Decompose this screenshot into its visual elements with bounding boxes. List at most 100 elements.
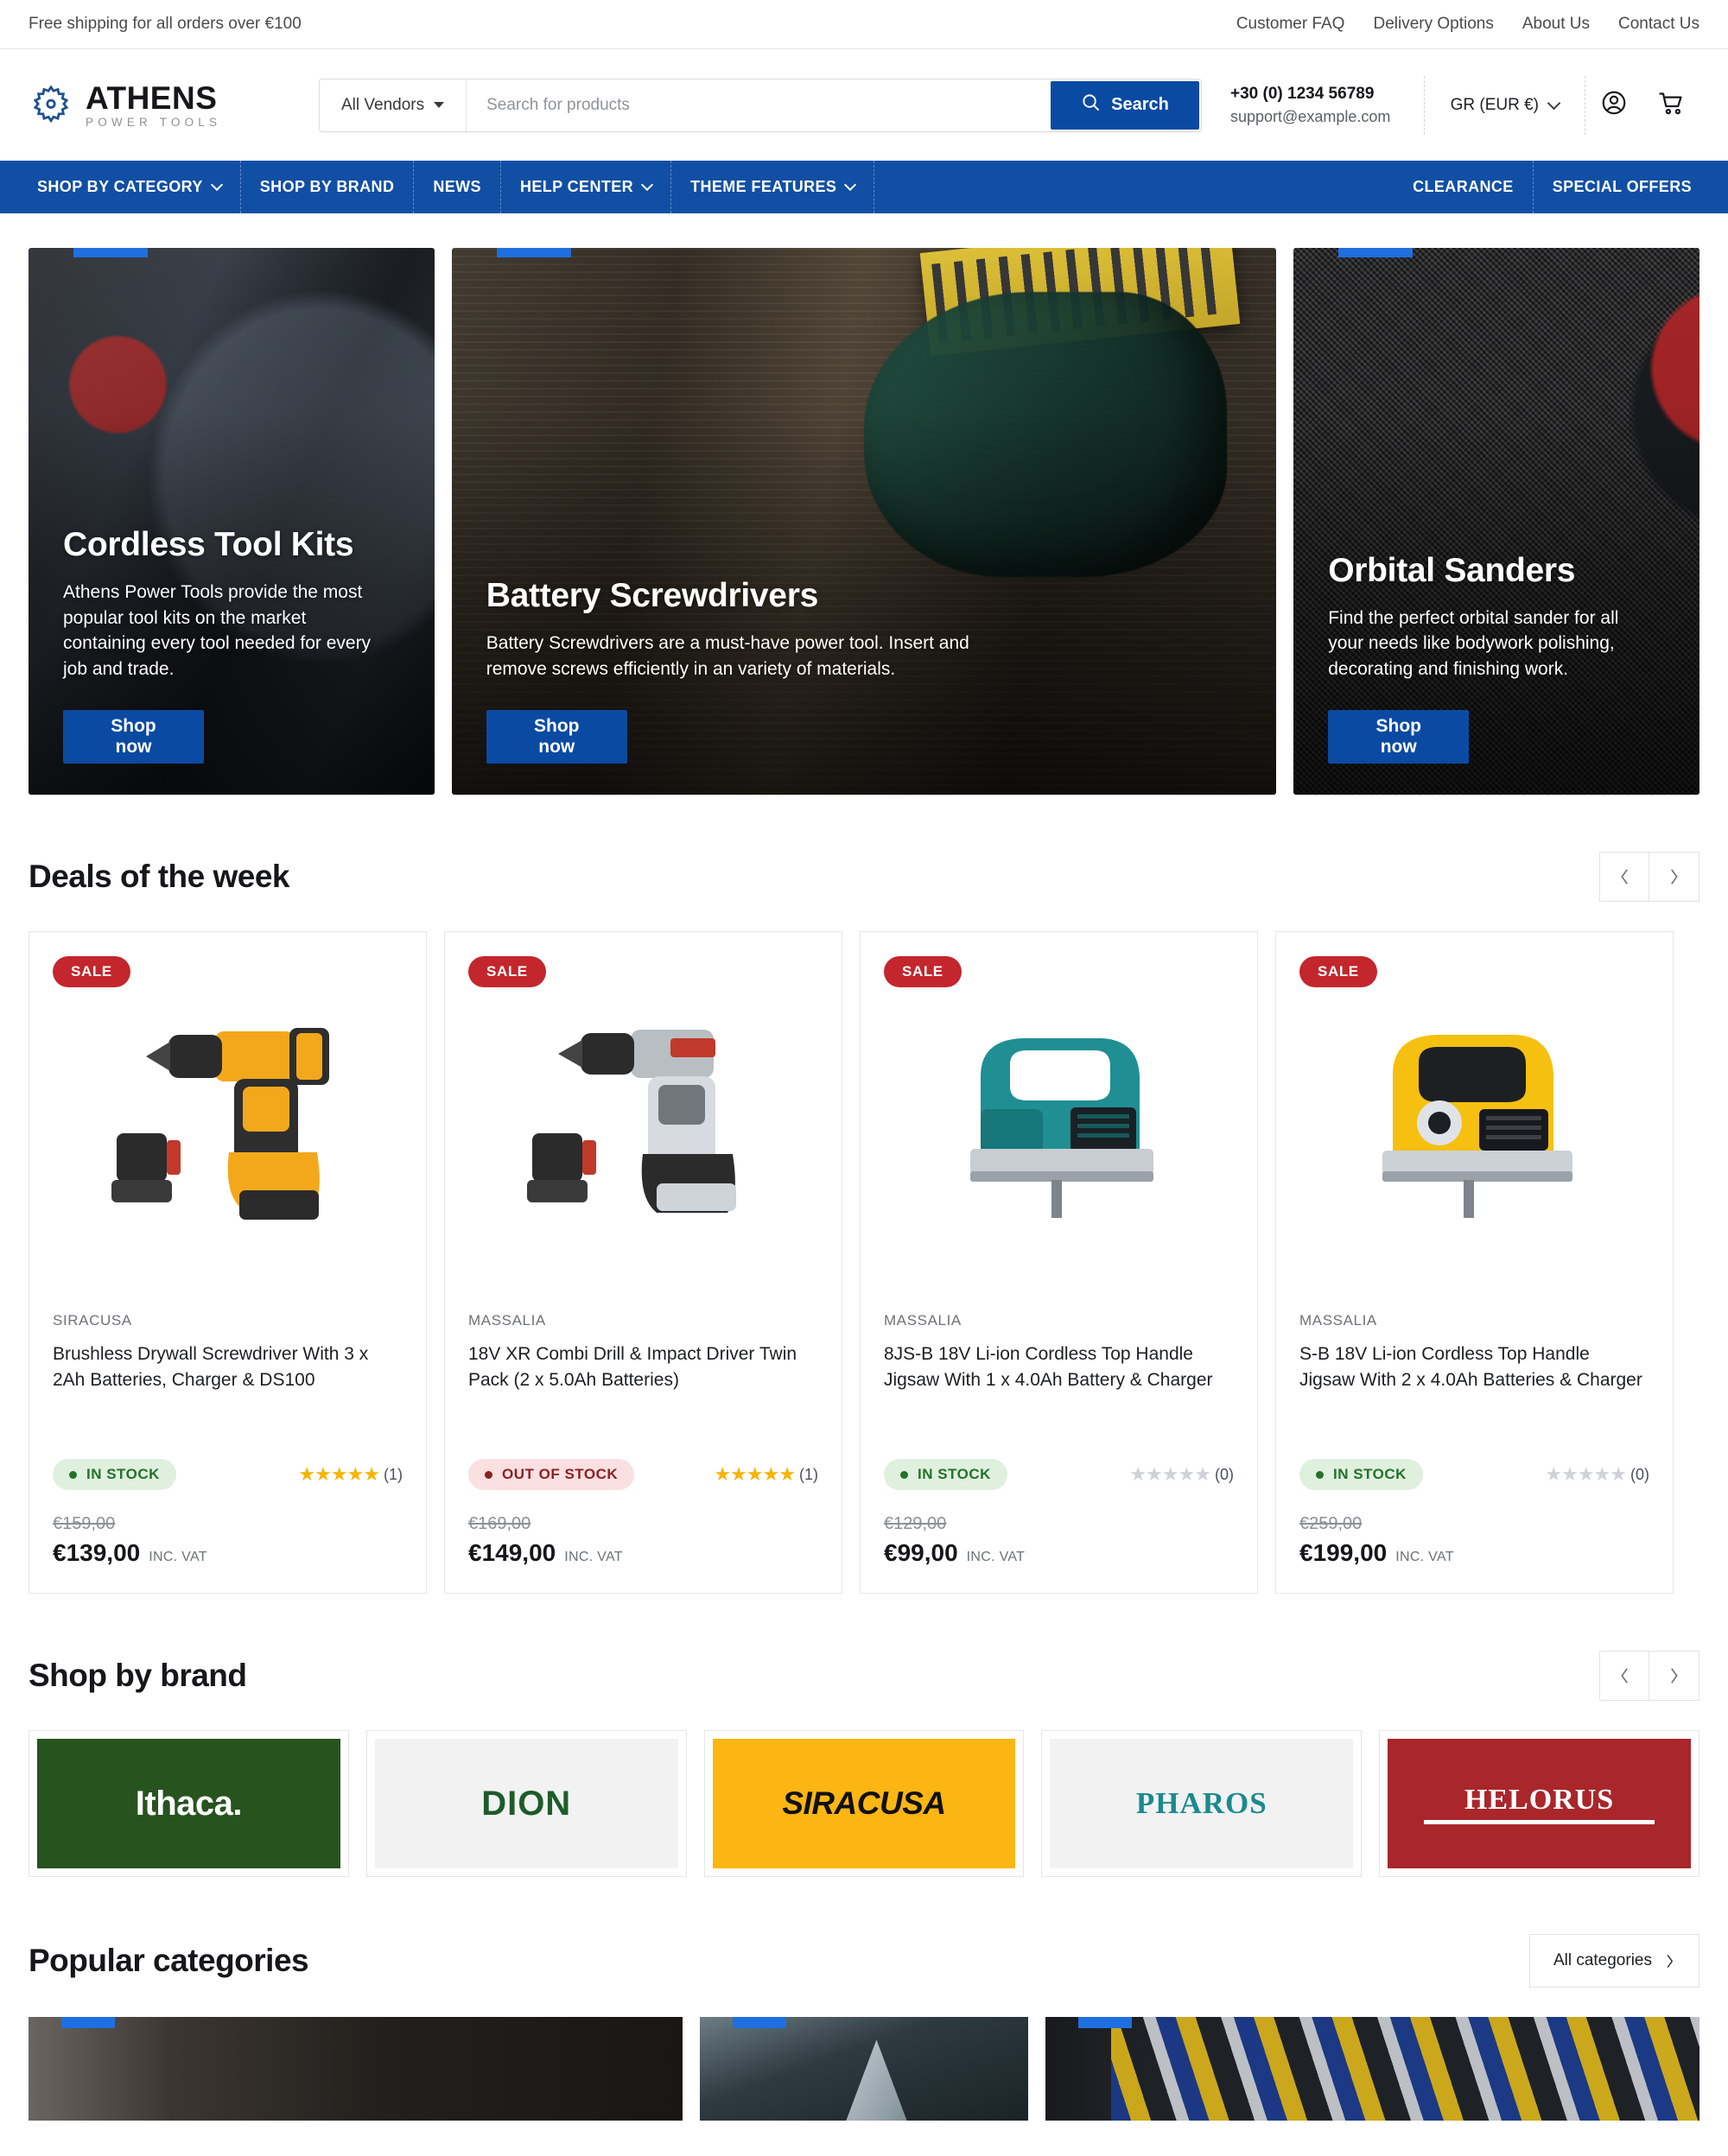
- utility-link-about-us[interactable]: About Us: [1522, 15, 1590, 34]
- nav-item-news[interactable]: NEWS: [414, 161, 501, 213]
- hero-card-cordless-tool-kits[interactable]: Cordless Tool Kits Athens Power Tools pr…: [29, 248, 435, 795]
- chevron-right-icon: [1671, 1668, 1678, 1684]
- category-card[interactable]: [700, 2017, 1028, 2121]
- utility-link-contact-us[interactable]: Contact Us: [1618, 15, 1699, 34]
- currency-selector[interactable]: GR (EUR €): [1425, 96, 1585, 115]
- hero-description: Battery Screwdrivers are a must-have pow…: [486, 633, 969, 680]
- product-rating: ★★★★★ (0): [1129, 1463, 1234, 1486]
- site-header: ATHENS POWER TOOLS All Vendors Search +3…: [0, 49, 1728, 161]
- logo-tagline: POWER TOOLS: [86, 115, 222, 129]
- search-icon: [1081, 92, 1101, 117]
- category-image: [29, 2017, 683, 2121]
- categories-title: Popular categories: [29, 1943, 309, 1978]
- nav-item-clearance[interactable]: CLEARANCE: [1393, 161, 1534, 213]
- nav-item-help-center[interactable]: HELP CENTER: [501, 161, 672, 213]
- chevron-right-icon: [1671, 869, 1678, 885]
- brands-header: Shop by brand: [29, 1594, 1699, 1730]
- brand-card-ithaca[interactable]: Ithaca.: [29, 1730, 349, 1877]
- stock-label: OUT OF STOCK: [502, 1466, 619, 1482]
- category-card[interactable]: [29, 2017, 683, 2121]
- product-name[interactable]: Brushless Drywall Screwdriver With 3 x 2…: [53, 1341, 403, 1395]
- utility-link-customer-faq[interactable]: Customer FAQ: [1236, 15, 1345, 34]
- announcement-message: Free shipping for all orders over €100: [29, 15, 302, 33]
- hero-card-orbital-sanders[interactable]: Orbital Sanders Find the perfect orbital…: [1293, 248, 1699, 795]
- nav-item-theme-features[interactable]: THEME FEATURES: [671, 161, 875, 213]
- nav-label: SPECIAL OFFERS: [1552, 178, 1692, 195]
- brand-logo-rule: [1424, 1819, 1655, 1824]
- brand-card-siracusa[interactable]: SIRACUSA: [703, 1730, 1025, 1877]
- vendor-select-label: All Vendors: [341, 95, 425, 114]
- search-input[interactable]: [467, 79, 1049, 131]
- nav-label: SHOP BY CATEGORY: [37, 178, 203, 195]
- deals-header: Deals of the week: [29, 795, 1699, 931]
- hero-shop-now-button[interactable]: Shop now: [486, 710, 627, 764]
- chevron-down-icon: [640, 178, 654, 192]
- status-dot-icon: [69, 1470, 77, 1479]
- hero-shop-now-button[interactable]: Shop now: [1328, 710, 1470, 764]
- search-button-label: Search: [1111, 95, 1169, 114]
- product-name[interactable]: 18V XR Combi Drill & Impact Driver Twin …: [468, 1341, 818, 1395]
- account-button[interactable]: [1585, 77, 1642, 134]
- product-vat-note: INC. VAT: [966, 1550, 1026, 1564]
- product-old-price: €129,00: [884, 1514, 947, 1533]
- search-bar: All Vendors Search: [319, 78, 1202, 132]
- chevron-down-icon: [434, 102, 445, 108]
- product-brand: MASSALIA: [884, 1312, 962, 1328]
- categories-section: Popular categories All categories: [0, 1877, 1728, 2121]
- product-price: €199,00: [1299, 1539, 1388, 1566]
- product-info: MASSALIA 8JS-B 18V Li-ion Cordless Top H…: [861, 1312, 1257, 1593]
- product-card[interactable]: SALE: [29, 931, 427, 1594]
- cart-button[interactable]: [1642, 77, 1699, 134]
- chevron-right-icon: [1667, 1954, 1674, 1968]
- brand-card-pharos[interactable]: PHAROS: [1041, 1730, 1363, 1877]
- vendor-select[interactable]: All Vendors: [320, 79, 467, 131]
- product-card[interactable]: SALE: [1275, 931, 1674, 1594]
- nav-item-shop-by-brand[interactable]: SHOP BY BRAND: [241, 161, 415, 213]
- product-rating: ★★★★★ (1): [298, 1463, 403, 1486]
- all-categories-button[interactable]: All categories: [1528, 1934, 1699, 1988]
- star-rating-icon: ★★★★★: [298, 1463, 380, 1485]
- brand-card-helorus[interactable]: HELORUS: [1379, 1730, 1699, 1877]
- currency-label: GR (EUR €): [1450, 95, 1539, 114]
- product-price: €149,00: [468, 1539, 556, 1566]
- nav-label: THEME FEATURES: [690, 178, 837, 195]
- product-name[interactable]: S-B 18V Li-ion Cordless Top Handle Jigsa…: [1299, 1341, 1649, 1395]
- hero-description: Athens Power Tools provide the most popu…: [63, 581, 372, 680]
- product-card[interactable]: SALE: [860, 931, 1258, 1594]
- status-dot-icon: [1316, 1470, 1324, 1479]
- hero-card-battery-screwdrivers[interactable]: Battery Screwdrivers Battery Screwdriver…: [451, 248, 1277, 795]
- deals-next-button[interactable]: [1649, 852, 1699, 902]
- hero-content: Cordless Tool Kits Athens Power Tools pr…: [63, 526, 435, 764]
- brand-card-dion[interactable]: DION: [365, 1730, 687, 1877]
- star-rating-icon: ★★★★★: [1545, 1463, 1627, 1485]
- brand-logo: Ithaca.: [37, 1739, 340, 1868]
- site-logo[interactable]: ATHENS POWER TOOLS: [29, 82, 288, 129]
- search-button[interactable]: Search: [1051, 80, 1199, 130]
- product-price-row: €199,00 INC. VAT: [1299, 1539, 1649, 1567]
- category-card[interactable]: [1045, 2017, 1700, 2121]
- product-meta: IN STOCK ★★★★★ (1): [53, 1459, 403, 1490]
- deals-prev-button[interactable]: [1599, 852, 1649, 902]
- stock-label: IN STOCK: [86, 1466, 160, 1482]
- stock-label: IN STOCK: [918, 1466, 991, 1482]
- product-card[interactable]: SALE: [444, 931, 842, 1594]
- deals-title: Deals of the week: [29, 859, 290, 894]
- product-vat-note: INC. VAT: [564, 1550, 623, 1564]
- hero-description: Find the perfect orbital sander for all …: [1328, 607, 1619, 680]
- product-info: MASSALIA S-B 18V Li-ion Cordless Top Han…: [1276, 1312, 1673, 1593]
- status-dot-icon: [485, 1470, 492, 1479]
- product-meta: IN STOCK ★★★★★ (0): [1299, 1459, 1649, 1490]
- hero-accent-tab: [496, 248, 571, 257]
- nav-item-special-offers[interactable]: SPECIAL OFFERS: [1534, 161, 1711, 213]
- contact-email[interactable]: support@example.com: [1230, 105, 1390, 128]
- product-info: MASSALIA 18V XR Combi Drill & Impact Dri…: [445, 1312, 842, 1593]
- brands-next-button[interactable]: [1649, 1651, 1699, 1701]
- nav-item-shop-by-category[interactable]: SHOP BY CATEGORY: [17, 161, 241, 213]
- utility-link-delivery-options[interactable]: Delivery Options: [1373, 15, 1493, 34]
- product-price: €139,00: [53, 1539, 141, 1566]
- contact-phone[interactable]: +30 (0) 1234 56789: [1230, 82, 1390, 106]
- brands-prev-button[interactable]: [1599, 1651, 1649, 1701]
- combi-drill-image: [526, 1030, 736, 1213]
- product-name[interactable]: 8JS-B 18V Li-ion Cordless Top Handle Jig…: [884, 1341, 1234, 1395]
- hero-shop-now-button[interactable]: Shop now: [63, 710, 204, 764]
